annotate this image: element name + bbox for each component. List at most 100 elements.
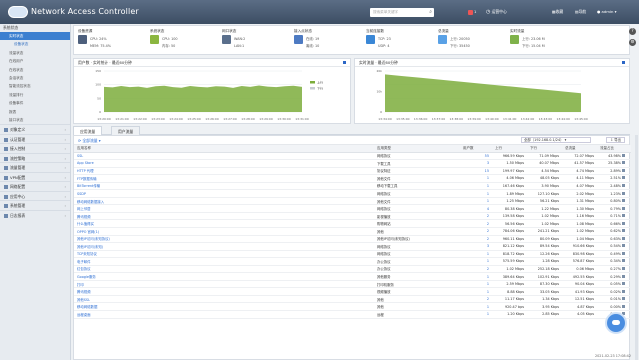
app-name-cell[interactable]: 腾讯视频 <box>74 287 374 296</box>
detail-icon[interactable] <box>622 199 625 203</box>
stat-card[interactable]: 网口状态 WAN:2 LAN:1 <box>222 29 290 53</box>
user-count-cell[interactable]: 3 <box>460 159 492 168</box>
table-row[interactable]: 腾讯视频 视频播放 1 8.88 Kbps 33.05 Kbps 41.93 Kbps 0.… <box>74 287 631 296</box>
app-name-cell[interactable]: 其他IP访问(未知协议) <box>74 235 374 244</box>
help-icon[interactable]: ? <box>629 28 636 35</box>
sidebar-item[interactable]: 设备状态 <box>0 40 70 48</box>
stat-card[interactable]: 接入点状态 在线: 19 离线: 10 <box>294 29 362 53</box>
user-menu[interactable]: ● admin ▾ <box>597 9 617 14</box>
detail-icon[interactable] <box>622 229 625 233</box>
app-name-cell[interactable]: 电子邮件 <box>74 257 374 266</box>
sidebar-group[interactable]: 系统管理 › <box>0 200 70 210</box>
column-header[interactable]: 应用类型 <box>374 145 460 153</box>
app-name-cell[interactable]: App Store <box>74 159 374 168</box>
sidebar-group[interactable]: VPN配置 › <box>0 171 70 182</box>
detail-icon[interactable] <box>622 244 625 248</box>
user-count-cell[interactable]: 4 <box>460 204 492 213</box>
app-name-cell[interactable]: BitTorrent传输 <box>74 182 374 191</box>
table-row[interactable]: 电子邮件 办公协议 1 575.59 Kbps 1.28 Kbps 576.87 Kbps… <box>74 257 631 266</box>
column-header[interactable]: 应用名称 <box>74 145 374 153</box>
sidebar-group[interactable]: 认证管理 › <box>0 133 70 144</box>
stat-card[interactable]: 设备资源 CPU: 24% MEM: 75.4% <box>78 29 146 53</box>
table-row[interactable]: 红包协议 办公协议 2 1.02 Mbps 252.18 Kbps 0.06 Mbps 0.… <box>74 265 631 274</box>
table-row[interactable]: 什么值得买 购物网站 2 56.56 Kbps 1.02 Mbps 1.08 Mbps 0.… <box>74 219 631 228</box>
table-row[interactable]: TCP未知协议 网络协议 1 818.72 Kbps 12.26 Kbps 830.98 … <box>74 250 631 259</box>
scope-select[interactable]: 全部（192.168.0.1/24） ▾ <box>521 137 591 143</box>
user-count-cell[interactable]: 2 <box>460 265 492 274</box>
user-count-cell[interactable]: 2 <box>460 235 492 244</box>
user-count-cell[interactable]: 55 <box>460 152 492 161</box>
admin-center-button[interactable]: ◷ 运营中心 <box>486 9 507 15</box>
app-name-cell[interactable]: HTTP 代理 <box>74 167 374 176</box>
app-name-cell[interactable]: SSDP <box>74 189 374 198</box>
stat-card[interactable]: 当前连接数 TCP: 23 UDP: 4 <box>366 29 434 53</box>
column-header[interactable]: 用户数 <box>460 145 492 153</box>
user-count-cell[interactable]: 1 <box>460 182 492 191</box>
sidebar-item[interactable]: 在线状态 <box>0 66 70 74</box>
sidebar-group[interactable]: 接入控制 › <box>0 143 70 153</box>
table-row[interactable]: 网上邻居 网络协议 4 80.38 Kbps 1.22 Mbps 1.30 Mbps 0.7… <box>74 204 631 213</box>
table-row[interactable]: SSDP 网络协议 1 1.89 Mbps 127.10 Kbps 2.02 Mbps 1.… <box>74 189 631 198</box>
table-row[interactable]: OPPO 官网(1) 其他 2 784.06 Kbps 241.21 Kbps 1.02 … <box>74 227 631 236</box>
table-row[interactable]: 腾讯视频 影视播放 2 139.58 Kbps 1.02 Mbps 1.16 Mbps 0.… <box>74 212 631 221</box>
table-row[interactable]: 移动网络数据接入 其他文件 1 1.25 Mbps 56.21 Kbps 1.31 Mbp… <box>74 197 631 206</box>
sidebar-item[interactable]: 实时状态 <box>0 32 70 41</box>
sidebar-group[interactable]: 对象定义 › <box>0 124 70 134</box>
nav-button[interactable]: ▤导航 <box>575 9 586 15</box>
stat-card[interactable]: 实时流量 上行: 23.06 M 下行: 15.04 M <box>510 29 578 53</box>
app-name-cell[interactable]: 什么值得买 <box>74 219 374 228</box>
user-count-cell[interactable]: 1 <box>460 272 492 281</box>
app-name-cell[interactable]: 移动网络数据接入 <box>74 197 374 206</box>
detail-icon[interactable] <box>622 304 625 308</box>
table-row[interactable]: 其他SSL 其他 2 11.17 Kbps 1.34 Kbps 12.51 Kbps 0.0… <box>74 295 631 304</box>
scrollbar[interactable] <box>635 135 638 360</box>
app-name-cell[interactable]: 远程桌面 <box>74 310 374 319</box>
table-row[interactable]: 打印 打印机服务 1 2.59 Mbps 87.30 Kbps 90.04 Kbps 0.0… <box>74 280 631 289</box>
app-name-cell[interactable]: OPPO 官网(1) <box>74 227 374 236</box>
sidebar-group[interactable]: 流控策略 › <box>0 152 70 163</box>
sidebar-item[interactable]: 智能流控状态 <box>0 82 70 90</box>
user-count-cell[interactable]: 2 <box>460 219 492 228</box>
table-row[interactable]: SSL 网络协议 55 966.59 Kbps 71.09 Mbps 72.07 Mbps… <box>74 152 631 161</box>
detail-icon[interactable] <box>622 282 625 286</box>
detail-icon[interactable] <box>622 161 625 165</box>
table-row[interactable]: App Store 下载工具 3 1.50 Mbps 40.07 Mbps 41.57 M… <box>74 159 631 168</box>
assistant-robot-icon[interactable] <box>605 312 627 334</box>
app-name-cell[interactable]: 移动网络数据 <box>74 302 374 311</box>
column-header[interactable]: 流量占比 <box>597 145 631 153</box>
table-row[interactable]: 其他IP访问(未知协议) 其他IP访问(未知协议) 2 960.11 Kbps 80.0… <box>74 235 631 244</box>
app-name-cell[interactable]: 其他SSL <box>74 295 374 304</box>
app-name-cell[interactable]: Google服务 <box>74 272 374 281</box>
user-count-cell[interactable]: 1 <box>460 310 492 319</box>
app-name-cell[interactable]: TCP未知协议 <box>74 250 374 259</box>
detail-icon[interactable] <box>622 168 625 172</box>
detail-icon[interactable] <box>622 191 625 195</box>
tab-app-traffic[interactable]: 应用流量 <box>73 126 103 135</box>
column-header[interactable]: 下行 <box>527 145 562 153</box>
sidebar-item[interactable]: 会话状态 <box>0 74 70 82</box>
app-name-cell[interactable]: 网上邻居 <box>74 204 374 213</box>
sidebar-group[interactable]: 日志报表 › <box>0 209 70 220</box>
filter-dropdown[interactable]: ⟳ 全部流量 ▾ <box>78 138 101 144</box>
column-header[interactable]: 上行 <box>492 145 527 153</box>
sidebar-item[interactable]: 流量排行 <box>0 91 70 99</box>
sidebar-item[interactable]: 设备事件 <box>0 99 70 107</box>
user-count-cell[interactable]: 1 <box>460 250 492 259</box>
detail-icon[interactable] <box>622 206 625 210</box>
stat-card[interactable]: 系统状态 CPU: 100 内存: 50 <box>150 29 218 53</box>
app-name-cell[interactable]: SSL <box>74 152 374 161</box>
detail-icon[interactable] <box>622 236 625 240</box>
user-count-cell[interactable]: 1 <box>460 197 492 206</box>
table-row[interactable]: 移动网络数据 其他 1 920.47 bps 3.95 Kbps 4.87 Kbps 0.0… <box>74 302 631 311</box>
detail-icon[interactable] <box>622 266 625 270</box>
user-count-cell[interactable]: 2 <box>460 227 492 236</box>
table-row[interactable]: Google服务 其他服务 1 389.64 Kbps 102.91 Kbps 492.5… <box>74 272 631 281</box>
search-icon[interactable]: ⌕ <box>429 8 432 17</box>
app-name-cell[interactable]: FTP数据传输 <box>74 174 374 183</box>
detail-icon[interactable] <box>622 259 625 263</box>
table-row[interactable]: FTP数据传输 其他文件 1 4.06 Mbps 48.05 Kbps 4.11 Mbps… <box>74 174 631 183</box>
refresh-icon[interactable] <box>343 61 346 64</box>
user-count-cell[interactable]: 1 <box>460 174 492 183</box>
stat-card[interactable]: 总流量 上行: 20050 下行: 35450 <box>438 29 506 53</box>
gear-icon[interactable]: ⚙ <box>629 39 636 46</box>
